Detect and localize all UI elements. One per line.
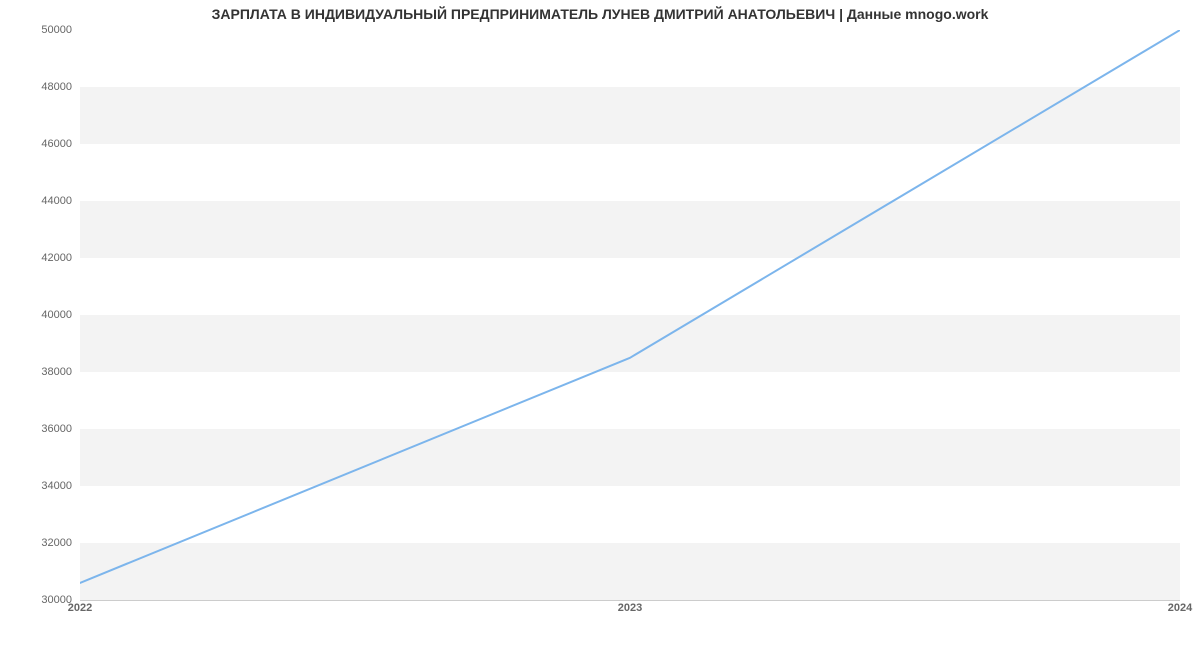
y-tick: 44000 — [12, 195, 72, 207]
y-tick: 42000 — [12, 252, 72, 264]
x-tick: 2022 — [68, 602, 92, 614]
y-tick: 48000 — [12, 81, 72, 93]
y-tick: 50000 — [12, 24, 72, 36]
y-tick: 36000 — [12, 423, 72, 435]
series-line — [80, 30, 1180, 583]
chart-title: ЗАРПЛАТА В ИНДИВИДУАЛЬНЫЙ ПРЕДПРИНИМАТЕЛ… — [0, 6, 1200, 22]
y-tick: 34000 — [12, 480, 72, 492]
y-tick: 32000 — [12, 537, 72, 549]
x-tick: 2024 — [1168, 602, 1192, 614]
y-tick: 30000 — [12, 594, 72, 606]
y-tick: 38000 — [12, 366, 72, 378]
plot-area — [80, 30, 1180, 601]
x-tick: 2023 — [618, 602, 642, 614]
y-tick: 46000 — [12, 138, 72, 150]
line-layer — [80, 30, 1180, 600]
salary-chart: ЗАРПЛАТА В ИНДИВИДУАЛЬНЫЙ ПРЕДПРИНИМАТЕЛ… — [0, 0, 1200, 650]
y-tick: 40000 — [12, 309, 72, 321]
